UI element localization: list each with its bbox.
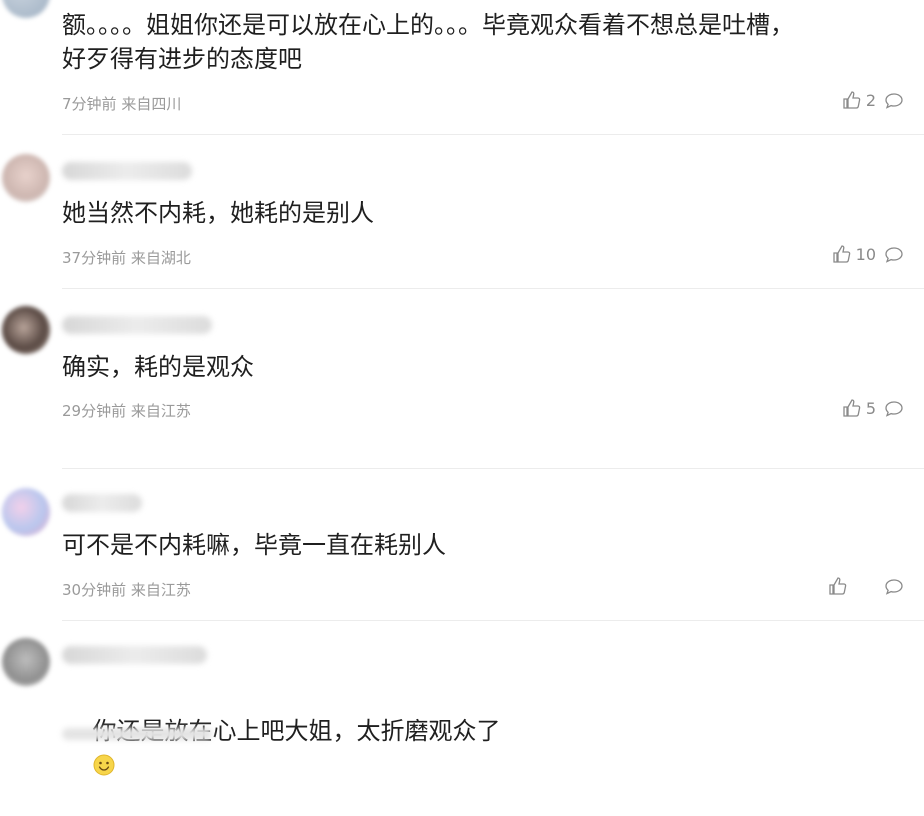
user-avatar[interactable] bbox=[2, 154, 50, 202]
comment-meta: 7分钟前 来自四川 bbox=[62, 93, 181, 114]
comment-bubble-icon[interactable] bbox=[884, 400, 904, 418]
comment-location: 来自四川 bbox=[121, 95, 182, 113]
like-button[interactable]: 2 bbox=[842, 90, 876, 110]
user-avatar[interactable] bbox=[2, 0, 50, 18]
comment-bubble-icon[interactable] bbox=[884, 578, 904, 596]
comment-item: 你还是放在心上吧大姐，太折磨观众了 bbox=[0, 620, 924, 776]
username[interactable] bbox=[62, 162, 192, 180]
like-count: 10 bbox=[855, 244, 876, 264]
like-button[interactable] bbox=[828, 576, 852, 596]
comment-bubble-icon[interactable] bbox=[884, 92, 904, 110]
comment-time: 30分钟前 bbox=[62, 581, 127, 599]
comment-meta: 30分钟前 来自江苏 bbox=[62, 579, 191, 600]
comment-meta-cutoff bbox=[62, 728, 212, 740]
comment-location: 来自湖北 bbox=[130, 249, 191, 267]
comment-time: 7分钟前 bbox=[62, 95, 117, 113]
thumbs-up-icon bbox=[843, 91, 861, 109]
thumbs-up-icon bbox=[832, 245, 850, 263]
comment-location: 来自江苏 bbox=[130, 581, 191, 599]
comment-meta: 37分钟前 来自湖北 bbox=[62, 247, 191, 268]
comment-text: 可不是不内耗嘛，毕竟一直在耗别人 bbox=[62, 531, 446, 559]
comment-item: 她当然不内耗，她耗的是别人 37分钟前 来自湖北 10 bbox=[0, 134, 924, 288]
comment-bubble-icon[interactable] bbox=[884, 246, 904, 264]
username[interactable] bbox=[62, 494, 142, 512]
thumbs-up-icon bbox=[843, 399, 861, 417]
comment-text: 额。。。。姐姐你还是可以放在心上的。。。毕竟观众看着不想总是吐槽， 好歹得有进步… bbox=[62, 11, 794, 73]
username[interactable] bbox=[62, 316, 212, 334]
like-button[interactable]: 10 bbox=[832, 244, 876, 264]
like-count: 5 bbox=[865, 398, 876, 418]
user-avatar[interactable] bbox=[2, 306, 50, 354]
comment-item: 可不是不内耗嘛，毕竟一直在耗别人 30分钟前 来自江苏 bbox=[0, 468, 924, 620]
comment-location: 来自江苏 bbox=[130, 402, 191, 420]
like-count: 2 bbox=[865, 90, 876, 110]
user-avatar[interactable] bbox=[2, 638, 50, 686]
comment-text: 她当然不内耗，她耗的是别人 bbox=[62, 199, 374, 227]
user-avatar[interactable] bbox=[2, 488, 50, 536]
username[interactable] bbox=[62, 646, 207, 664]
comment-item: 额。。。。姐姐你还是可以放在心上的。。。毕竟观众看着不想总是吐槽， 好歹得有进步… bbox=[0, 0, 924, 134]
comment-meta: 29分钟前 来自江苏 bbox=[62, 400, 191, 421]
smile-emoji-icon bbox=[93, 754, 115, 776]
thumbs-up-icon bbox=[829, 577, 847, 595]
comment-time: 29分钟前 bbox=[62, 402, 127, 420]
comment-time: 37分钟前 bbox=[62, 249, 127, 267]
comment-text: 你还是放在心上吧大姐，太折磨观众了 bbox=[62, 680, 884, 816]
comment-item: 确实，耗的是观众 29分钟前 来自江苏 5 bbox=[0, 288, 924, 468]
comment-text: 确实，耗的是观众 bbox=[62, 353, 254, 381]
like-button[interactable]: 5 bbox=[842, 398, 876, 418]
